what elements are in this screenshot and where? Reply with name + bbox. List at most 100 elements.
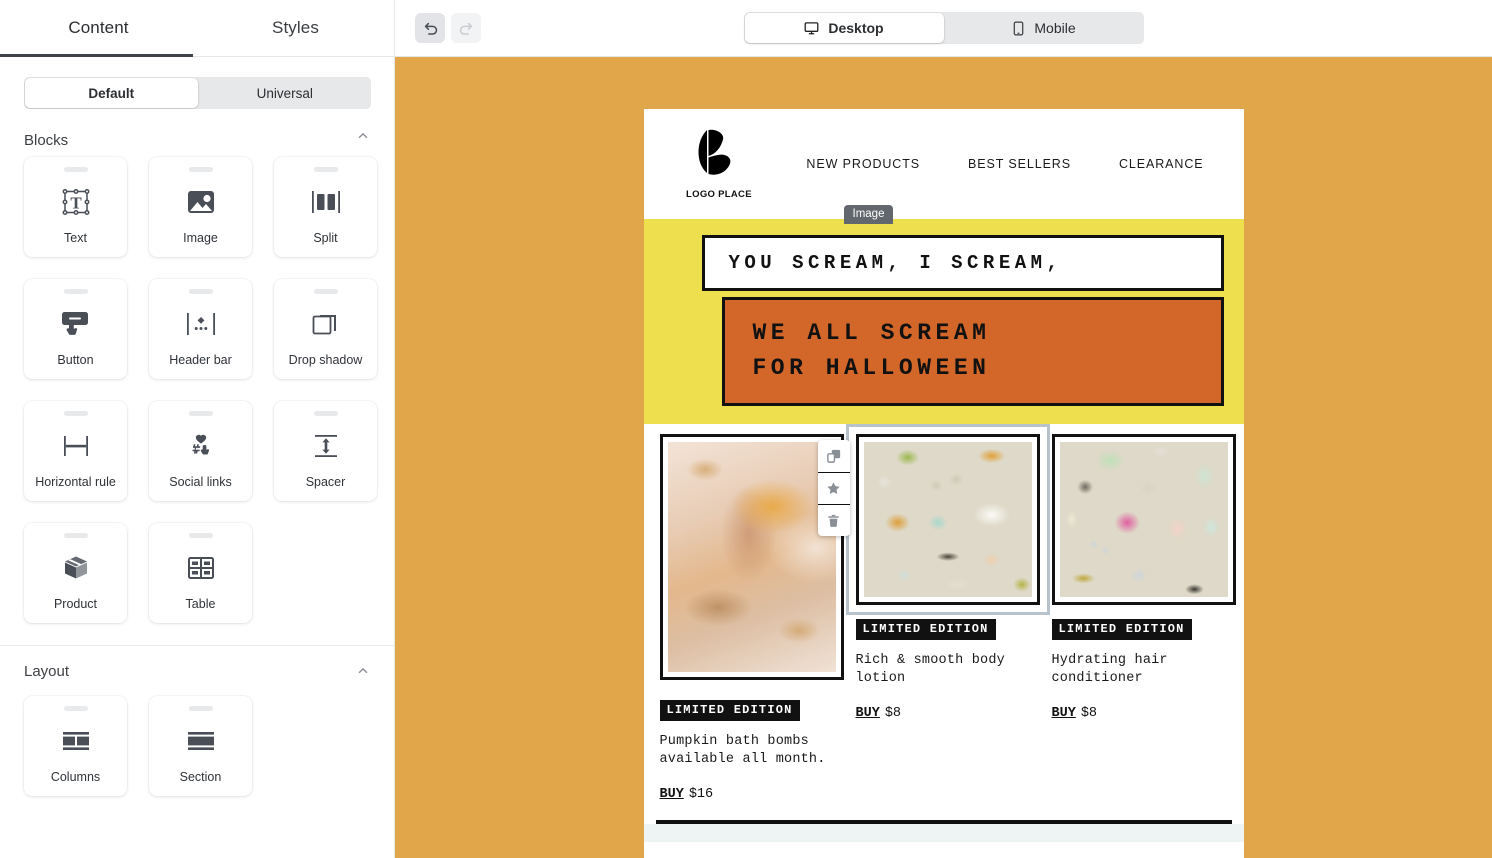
chevron-up-icon [358, 132, 368, 139]
layout-grid: Columns Section [0, 686, 394, 810]
block-card-spacer[interactable]: Spacer [274, 401, 377, 501]
section-title-layout: Layout [24, 662, 70, 680]
section-icon [186, 711, 216, 771]
product-image-frame-1[interactable] [659, 434, 844, 680]
hero-banner[interactable]: YOU SCREAM, I SCREAM, WE ALL SCREAM FOR … [643, 205, 1244, 424]
buy-link-1[interactable]: BUY [660, 787, 684, 802]
phone-icon [1014, 21, 1024, 35]
block-label: Table [185, 597, 216, 612]
selected-block-tooltip: Image [843, 205, 894, 224]
header-bar-icon [186, 294, 216, 354]
hero-line-1-box[interactable]: YOU SCREAM, I SCREAM, [701, 235, 1224, 291]
product-image-1[interactable] [667, 442, 836, 672]
block-card-text[interactable]: T Text [24, 157, 127, 257]
horizontal-rule-icon [61, 416, 91, 476]
block-label: Horizontal rule [35, 475, 116, 490]
block-card-image[interactable]: Image [149, 157, 252, 257]
split-icon [311, 172, 341, 232]
block-card-columns[interactable]: Columns [24, 696, 127, 796]
email-canvas[interactable]: LOGO PLACE NEW PRODUCTS BEST SELLERS CLE… [395, 57, 1492, 858]
columns-icon [61, 711, 91, 771]
sidebar-tabs: Content Styles [0, 0, 394, 57]
product-image-frame-3[interactable] [1051, 434, 1236, 605]
trash-icon[interactable] [817, 504, 850, 536]
product-buy-row-1: BUY $16 [660, 787, 844, 802]
product-badge-3: LIMITED EDITION [1051, 619, 1192, 640]
product-image-3[interactable] [1059, 442, 1228, 597]
email-footer [643, 824, 1244, 843]
product-card-1[interactable]: LIMITED EDITION Pumpkin bath bombs avail… [659, 434, 850, 802]
block-card-horizontal-rule[interactable]: Horizontal rule [24, 401, 127, 501]
tab-content[interactable]: Content [0, 0, 197, 56]
nav-link-new-products[interactable]: NEW PRODUCTS [806, 157, 920, 171]
device-toggle[interactable]: Desktop Mobile [743, 12, 1144, 44]
text-icon: T [59, 172, 93, 232]
block-label: Section [179, 770, 222, 785]
svg-text:T: T [70, 194, 82, 213]
scope-default-button[interactable]: Default [25, 78, 198, 108]
product-row: LIMITED EDITION Pumpkin bath bombs avail… [644, 424, 1244, 802]
product-image-frame-2[interactable] [845, 424, 1050, 615]
block-card-drop-shadow[interactable]: Drop shadow [274, 279, 377, 379]
top-toolbar: Desktop Mobile [395, 0, 1492, 57]
block-label: Text [64, 231, 87, 246]
buy-link-2[interactable]: BUY [856, 706, 880, 721]
block-card-table[interactable]: Table [149, 523, 252, 623]
table-icon [187, 538, 215, 598]
section-header-layout[interactable]: Layout [0, 656, 394, 686]
duplicate-icon[interactable] [818, 440, 850, 472]
block-label: Drop shadow [288, 353, 363, 368]
block-card-social-links[interactable]: Social links [149, 401, 252, 501]
main-area: Desktop Mobile LOGO PLACE NEW PRODUCTS B… [395, 0, 1492, 858]
section-title-blocks: Blocks [24, 131, 69, 148]
product-badge-1: LIMITED EDITION [659, 700, 800, 721]
social-links-icon [186, 416, 216, 476]
block-action-toolbar[interactable] [817, 440, 850, 536]
scope-segmented-control[interactable]: Default Universal [24, 77, 371, 109]
product-price-3: $8 [1080, 706, 1098, 722]
star-icon[interactable] [817, 472, 850, 504]
device-mobile-button[interactable]: Mobile [945, 12, 1144, 44]
spacer-icon [311, 416, 341, 476]
block-card-button[interactable]: Button [24, 279, 127, 379]
history-controls [415, 13, 481, 43]
logo-text: LOGO PLACE [686, 189, 752, 200]
undo-button[interactable] [415, 13, 445, 43]
product-card-3[interactable]: LIMITED EDITION Hydrating hair condition… [1051, 434, 1236, 722]
redo-button [451, 13, 481, 43]
email-document: LOGO PLACE NEW PRODUCTS BEST SELLERS CLE… [643, 109, 1244, 858]
product-buy-row-2: BUY $8 [856, 706, 1040, 721]
block-label: Split [313, 231, 338, 246]
section-header-blocks[interactable]: Blocks [0, 125, 394, 147]
scope-universal-button[interactable]: Universal [199, 77, 372, 109]
block-card-header-bar[interactable]: Header bar [149, 279, 252, 379]
block-label: Image [183, 231, 218, 246]
product-description-2: Rich & smooth body lotion [855, 653, 1005, 687]
hero-line-2-box[interactable]: WE ALL SCREAM FOR HALLOWEEN [721, 297, 1224, 406]
logo[interactable]: LOGO PLACE [684, 128, 755, 200]
email-header[interactable]: LOGO PLACE NEW PRODUCTS BEST SELLERS CLE… [643, 109, 1244, 219]
product-price-2: $8 [884, 706, 902, 722]
monitor-icon [804, 21, 819, 34]
email-builder-app: Content Styles Default Universal Blocks [0, 0, 1492, 858]
block-label: Product [53, 597, 98, 612]
scope-segmented-wrap: Default Universal [0, 57, 394, 109]
logo-leaf-icon [698, 129, 731, 175]
nav-link-clearance[interactable]: CLEARANCE [1119, 157, 1204, 171]
product-image-2[interactable] [863, 442, 1032, 597]
block-card-split[interactable]: Split [274, 157, 377, 257]
nav-link-best-sellers[interactable]: BEST SELLERS [968, 157, 1071, 171]
buy-link-3[interactable]: BUY [1052, 706, 1076, 721]
block-card-product[interactable]: Product [24, 523, 127, 623]
device-desktop-button[interactable]: Desktop [744, 13, 944, 43]
product-card-2[interactable]: LIMITED EDITION Rich & smooth body lotio… [845, 424, 1050, 721]
product-description-3: Hydrating hair conditioner [1051, 653, 1168, 687]
section-divider [0, 645, 394, 646]
tab-styles[interactable]: Styles [197, 0, 394, 56]
hero-line-2b: FOR HALLOWEEN [752, 354, 991, 381]
drop-shadow-icon [311, 294, 341, 354]
block-card-section[interactable]: Section [149, 696, 252, 796]
email-nav: NEW PRODUCTS BEST SELLERS CLEARANCE [806, 157, 1203, 171]
button-icon [60, 294, 92, 354]
block-label: Header bar [169, 353, 232, 368]
